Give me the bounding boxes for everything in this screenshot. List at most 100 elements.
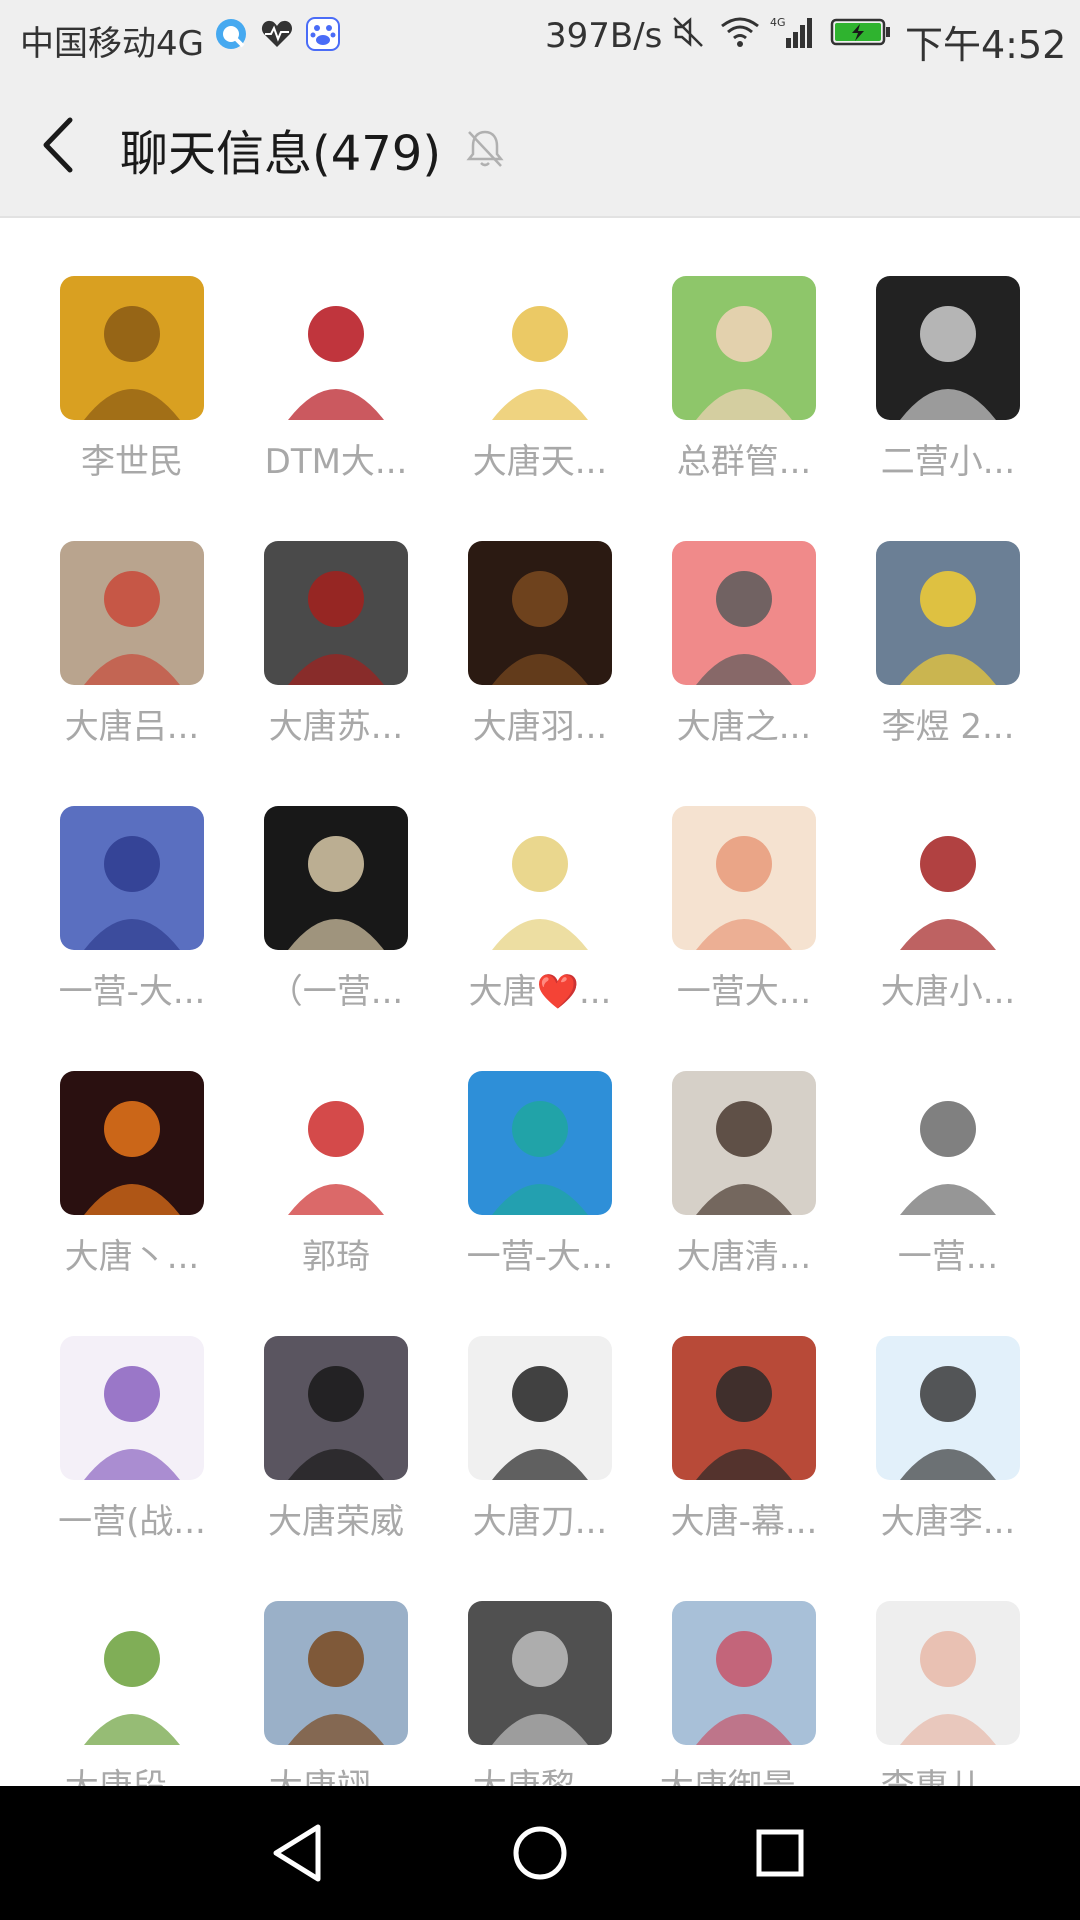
member-item[interactable]: 大唐刀... bbox=[438, 1314, 642, 1574]
member-item[interactable]: 大唐丶... bbox=[30, 1049, 234, 1309]
member-item[interactable]: 大唐-幕... bbox=[642, 1314, 846, 1574]
member-item[interactable]: 大唐吕... bbox=[30, 519, 234, 779]
member-item[interactable]: 一营-大... bbox=[438, 1049, 642, 1309]
member-name: 一营(战... bbox=[58, 1502, 206, 1542]
mute-icon bbox=[670, 14, 706, 50]
member-item[interactable]: 一营(战... bbox=[30, 1314, 234, 1574]
member-item[interactable]: 大唐翊... bbox=[234, 1579, 438, 1786]
member-avatar bbox=[60, 806, 204, 950]
member-name: 大唐小... bbox=[880, 972, 1016, 1012]
home-circle-icon bbox=[513, 1826, 567, 1880]
clock-label: 下午4:52 bbox=[905, 23, 1067, 67]
member-item[interactable]: （一营... bbox=[234, 784, 438, 1044]
member-avatar bbox=[876, 541, 1020, 685]
member-item[interactable]: 一营... bbox=[846, 1049, 1050, 1309]
member-avatar bbox=[60, 541, 204, 685]
member-name: 一营大... bbox=[676, 972, 812, 1012]
member-item[interactable]: 总群管... bbox=[642, 254, 846, 514]
member-item[interactable]: 大唐天... bbox=[438, 254, 642, 514]
member-item[interactable]: 大唐李... bbox=[846, 1314, 1050, 1574]
member-item[interactable]: 大唐苏... bbox=[234, 519, 438, 779]
member-name: 大唐苏... bbox=[268, 707, 404, 747]
member-avatar bbox=[876, 1601, 1020, 1745]
bell-off-icon bbox=[463, 126, 507, 170]
member-name: （一营... bbox=[268, 972, 404, 1012]
member-item[interactable]: 大唐荣威 bbox=[234, 1314, 438, 1574]
page-title: 聊天信息(479) bbox=[120, 126, 442, 182]
member-name: 大唐黎... bbox=[438, 1759, 642, 1786]
member-name: 大唐清... bbox=[676, 1237, 812, 1277]
member-avatar bbox=[876, 806, 1020, 950]
member-name: 大唐刀... bbox=[472, 1502, 608, 1542]
member-name: 李惠儿... bbox=[846, 1759, 1050, 1786]
member-avatar bbox=[876, 1071, 1020, 1215]
member-item[interactable]: 大唐羽... bbox=[438, 519, 642, 779]
status-icons-left bbox=[213, 16, 341, 52]
member-item[interactable]: 二营小... bbox=[846, 254, 1050, 514]
member-avatar bbox=[672, 1601, 816, 1745]
member-item[interactable]: 李惠儿... bbox=[846, 1579, 1050, 1786]
nav-home-button[interactable] bbox=[500, 1813, 580, 1893]
member-name: 大唐天... bbox=[472, 442, 608, 482]
chevron-left-icon bbox=[43, 117, 73, 173]
carrier-label: 中国移动4G bbox=[20, 24, 204, 64]
member-item[interactable]: 一营大... bbox=[642, 784, 846, 1044]
member-avatar bbox=[468, 1071, 612, 1215]
screen: 中国移动4G 397B/s 4G 下午4:52 聊天信息(479) 李世民 DT… bbox=[0, 0, 1080, 1920]
member-name: 总群管... bbox=[676, 442, 812, 482]
member-avatar bbox=[468, 276, 612, 420]
member-avatar bbox=[264, 1336, 408, 1480]
member-item[interactable]: 大唐段... bbox=[30, 1579, 234, 1786]
member-item[interactable]: 一营-大... bbox=[30, 784, 234, 1044]
member-name: 大唐羽... bbox=[472, 707, 608, 747]
member-name: 大唐荣威 bbox=[268, 1502, 404, 1542]
nav-recents-button[interactable] bbox=[740, 1813, 820, 1893]
browser-icon bbox=[213, 16, 249, 52]
member-name: 大唐段... bbox=[30, 1759, 234, 1786]
member-item[interactable]: 李煜 2... bbox=[846, 519, 1050, 779]
member-avatar bbox=[60, 1336, 204, 1480]
network-badge: 4G bbox=[770, 16, 786, 29]
health-heart-icon bbox=[259, 16, 295, 52]
member-avatar bbox=[468, 1336, 612, 1480]
status-bar: 中国移动4G 397B/s 4G 下午4:52 bbox=[0, 0, 1080, 74]
member-item[interactable]: DTM大... bbox=[234, 254, 438, 514]
member-avatar bbox=[60, 1071, 204, 1215]
member-item[interactable]: 大唐小... bbox=[846, 784, 1050, 1044]
member-avatar bbox=[876, 1336, 1020, 1480]
member-name: 一营... bbox=[897, 1237, 999, 1277]
net-speed-label: 397B/s bbox=[545, 16, 663, 56]
member-avatar bbox=[264, 806, 408, 950]
member-name: 大唐吕... bbox=[64, 707, 200, 747]
member-item[interactable]: 大唐清... bbox=[642, 1049, 846, 1309]
member-avatar bbox=[468, 541, 612, 685]
member-name: 大唐之... bbox=[676, 707, 812, 747]
member-avatar bbox=[468, 1601, 612, 1745]
member-avatar bbox=[60, 1601, 204, 1745]
member-name: 大唐丶... bbox=[64, 1237, 200, 1277]
back-button[interactable] bbox=[30, 112, 90, 178]
member-grid: 李世民 DTM大... 大唐天... 总群管... 二营小... 大唐吕... 大唐苏...… bbox=[30, 254, 1050, 1786]
status-icons-right: 4G bbox=[670, 14, 892, 50]
member-item[interactable]: 大唐黎... bbox=[438, 1579, 642, 1786]
member-name: DTM大... bbox=[264, 442, 408, 482]
member-avatar bbox=[672, 1336, 816, 1480]
member-name: 二营小... bbox=[880, 442, 1016, 482]
member-item[interactable]: 大唐御景... bbox=[642, 1579, 846, 1786]
member-name: 大唐翊... bbox=[234, 1759, 438, 1786]
recents-square-icon bbox=[756, 1829, 804, 1877]
baidu-paw-icon bbox=[305, 16, 341, 52]
member-avatar bbox=[672, 541, 816, 685]
member-name: 大唐-幕... bbox=[670, 1502, 818, 1542]
member-name: 大唐❤️... bbox=[468, 972, 612, 1012]
member-item[interactable]: 大唐❤️... bbox=[438, 784, 642, 1044]
member-item[interactable]: 郭琦 bbox=[234, 1049, 438, 1309]
member-item[interactable]: 李世民 bbox=[30, 254, 234, 514]
member-avatar bbox=[672, 276, 816, 420]
member-avatar bbox=[264, 276, 408, 420]
member-name: 一营-大... bbox=[58, 972, 206, 1012]
nav-back-button[interactable] bbox=[260, 1813, 340, 1893]
member-name: 大唐御景... bbox=[642, 1759, 846, 1786]
member-name: 大唐李... bbox=[880, 1502, 1016, 1542]
member-item[interactable]: 大唐之... bbox=[642, 519, 846, 779]
